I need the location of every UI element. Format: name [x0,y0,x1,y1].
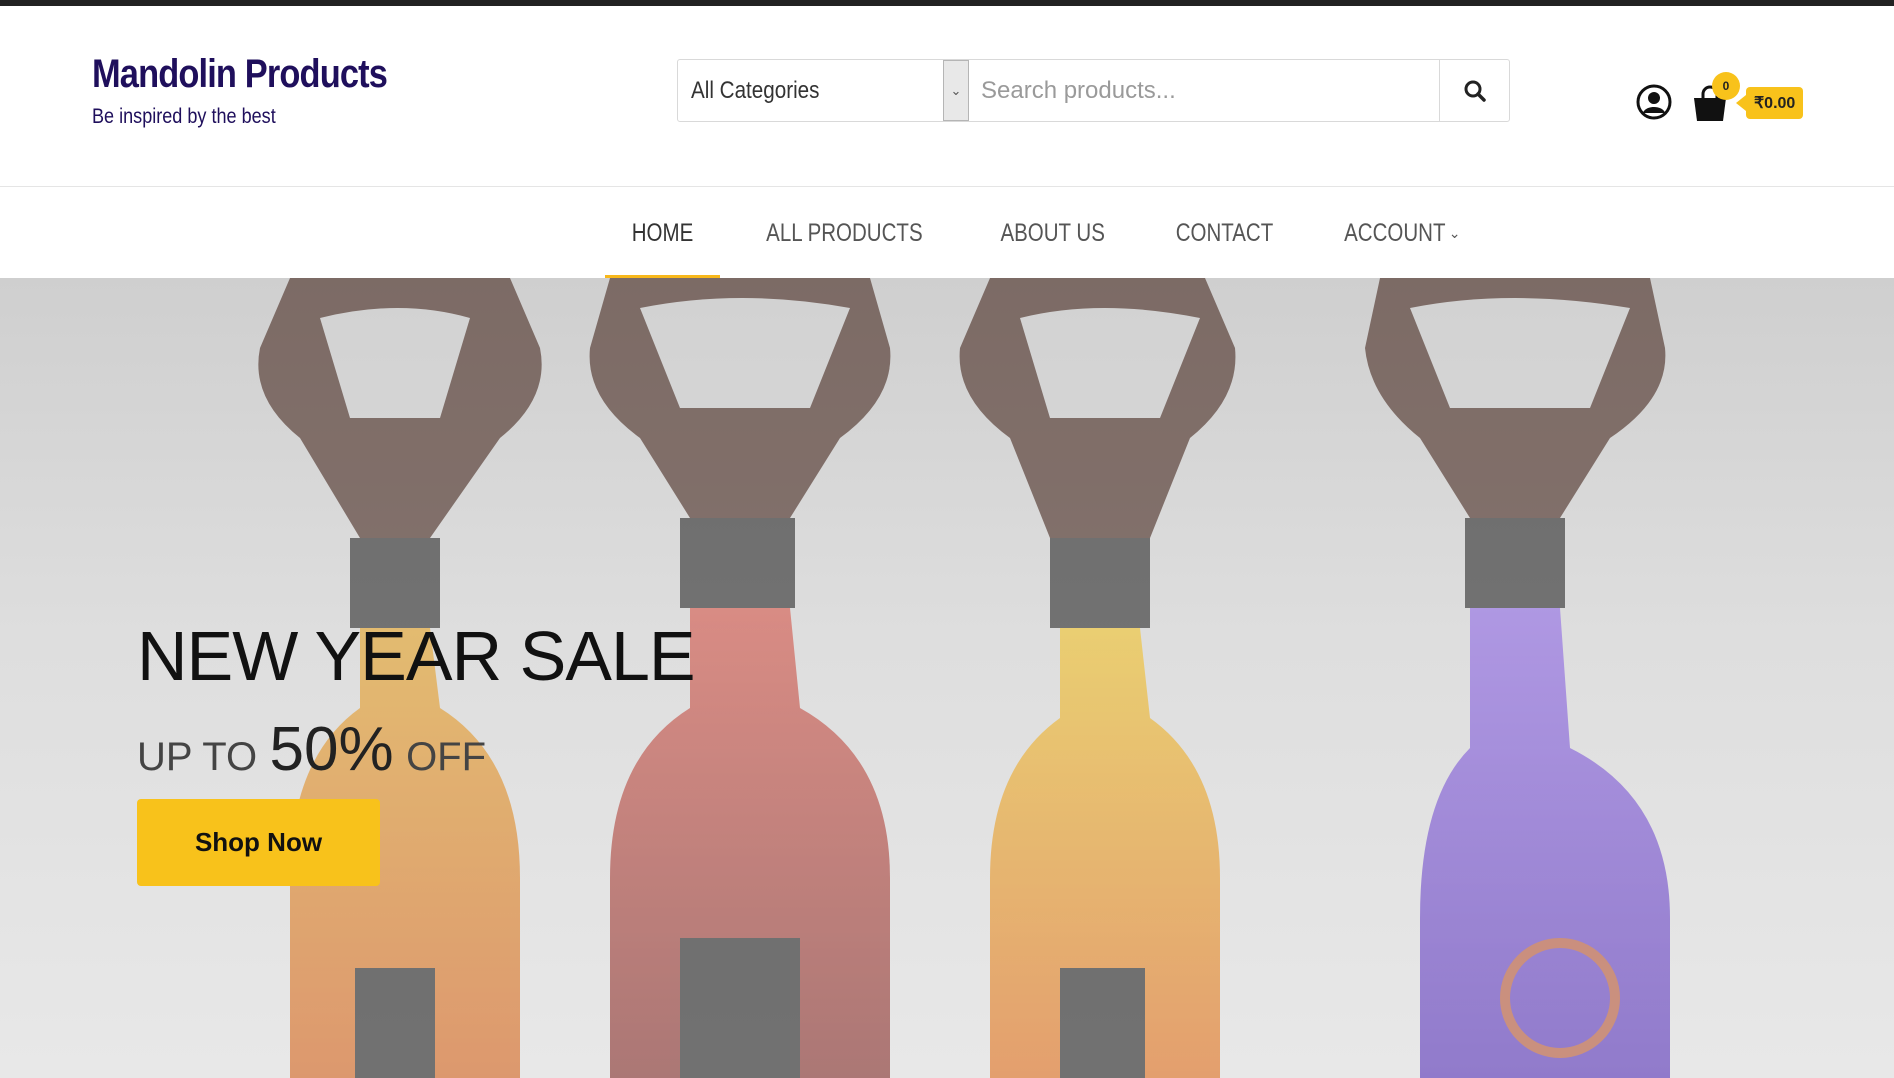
nav-item-home[interactable]: HOME [605,188,720,278]
nav-item-all-products[interactable]: ALL PRODUCTS [729,188,960,278]
nav-item-label: ABOUT US [1000,218,1105,247]
bottle-opener-yellow [959,278,1236,1078]
main-navigation: HOME ALL PRODUCTS ABOUT US CONTACT ACCOU… [0,188,1894,278]
nav-item-label: ALL PRODUCTS [766,218,923,247]
nav-item-label: CONTACT [1175,218,1274,247]
brand[interactable]: Mandolin Products Be inspired by the bes… [92,52,435,129]
search-button[interactable] [1439,60,1509,121]
mini-cart[interactable]: 0 ₹0.00 [1690,72,1840,132]
nav-item-contact[interactable]: CONTACT [1145,188,1304,278]
cart-total: ₹0.00 [1735,87,1804,119]
nav-item-about-us[interactable]: ABOUT US [969,188,1136,278]
search-input[interactable] [969,60,1439,121]
site-header: Mandolin Products Be inspired by the bes… [0,6,1894,187]
hero-sub-value: 50% [269,715,394,784]
nav-item-label: ACCOUNT [1344,218,1446,247]
site-tagline: Be inspired by the best [92,105,276,128]
hero-banner: NEW YEAR SALE UP TO 50% OFF Shop Now [0,278,1894,1078]
nav-item-label: HOME [631,218,694,247]
hero-subtitle: UP TO 50% OFF [137,714,695,785]
site-title[interactable]: Mandolin Products [92,52,388,97]
hero-sub-prefix: UP TO [137,735,258,779]
user-account-icon[interactable] [1636,84,1672,120]
nav-item-account[interactable]: ACCOUNT ⌄ [1313,188,1480,278]
hero-text: NEW YEAR SALE UP TO 50% OFF [137,616,696,785]
shop-now-button[interactable]: Shop Now [137,799,380,886]
search-icon [1464,80,1486,102]
chevron-down-icon: ⌄ [1448,224,1461,241]
category-dropdown-button[interactable]: ⌄ [943,60,969,121]
chevron-down-icon: ⌄ [950,82,962,98]
hero-title: NEW YEAR SALE [137,617,696,695]
category-select-value: All Categories [691,76,820,104]
category-select[interactable]: All Categories [678,60,943,121]
product-search-bar: All Categories ⌄ [677,59,1510,122]
bottle-opener-purple [1365,278,1670,1078]
hero-sub-suffix: OFF [406,735,487,779]
